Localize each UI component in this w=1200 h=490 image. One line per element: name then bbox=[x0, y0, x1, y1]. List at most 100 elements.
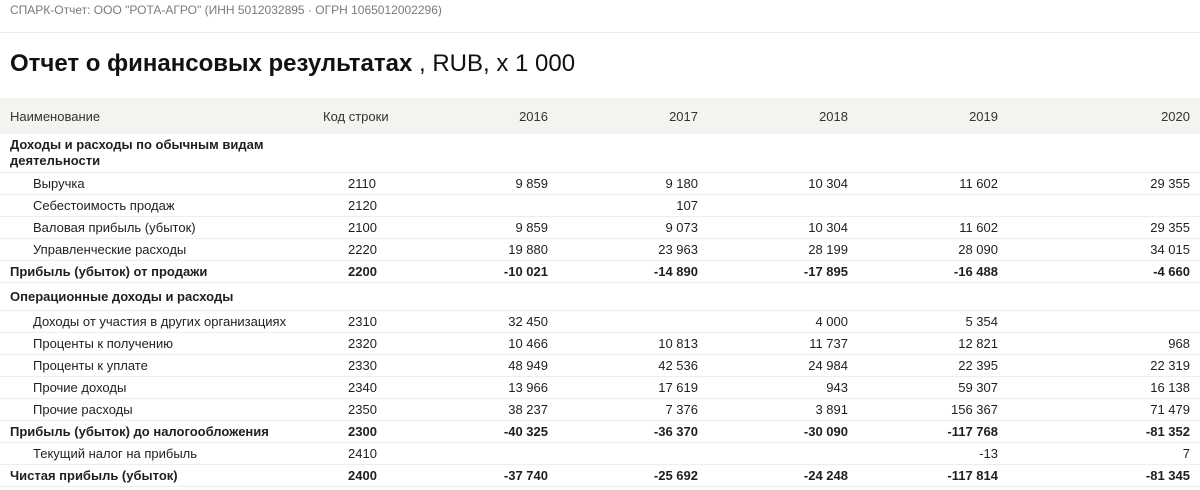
row-value-2016: 9 859 bbox=[408, 216, 558, 239]
table-body: Доходы и расходы по обычным видам деятел… bbox=[0, 134, 1200, 487]
row-value-2016: -10 021 bbox=[408, 260, 558, 283]
row-value-2018: 11 737 bbox=[708, 332, 858, 355]
row-value-2016: 13 966 bbox=[408, 376, 558, 399]
row-value-2020 bbox=[1008, 134, 1200, 173]
table-row: Себестоимость продаж 2120 107 bbox=[0, 194, 1200, 217]
row-value-2017: 107 bbox=[558, 194, 708, 217]
row-value-2020 bbox=[1008, 194, 1200, 217]
row-value-2019: -16 488 bbox=[858, 260, 1008, 283]
row-value-2020: -81 352 bbox=[1008, 420, 1200, 443]
row-value-2017 bbox=[558, 282, 708, 311]
table-row: Текущий налог на прибыль 2410 -13 7 bbox=[0, 442, 1200, 465]
column-header-2018: 2018 bbox=[708, 98, 858, 134]
row-code: 2300 bbox=[298, 420, 408, 443]
column-header-2019: 2019 bbox=[858, 98, 1008, 134]
row-code: 2200 bbox=[298, 260, 408, 283]
row-value-2019: -117 768 bbox=[858, 420, 1008, 443]
row-value-2016 bbox=[408, 194, 558, 217]
row-name: Текущий налог на прибыль bbox=[0, 442, 298, 465]
table-header-row: Наименование Код строки 2016 2017 2018 2… bbox=[0, 98, 1200, 134]
table-row: Доходы и расходы по обычным видам деятел… bbox=[0, 134, 1200, 173]
row-value-2019: 156 367 bbox=[858, 398, 1008, 421]
row-code: 2310 bbox=[298, 310, 408, 333]
row-value-2019: 22 395 bbox=[858, 354, 1008, 377]
row-value-2016: 10 466 bbox=[408, 332, 558, 355]
row-value-2019: 5 354 bbox=[858, 310, 1008, 333]
row-code bbox=[298, 282, 408, 311]
row-value-2020: 71 479 bbox=[1008, 398, 1200, 421]
row-value-2016: -37 740 bbox=[408, 464, 558, 487]
row-value-2019: -117 814 bbox=[858, 464, 1008, 487]
column-header-name: Наименование bbox=[0, 98, 298, 134]
column-header-2016: 2016 bbox=[408, 98, 558, 134]
title-main: Отчет о финансовых результатах bbox=[10, 50, 413, 77]
row-name: Прочие доходы bbox=[0, 376, 298, 399]
row-value-2018: -17 895 bbox=[708, 260, 858, 283]
row-value-2018 bbox=[708, 442, 858, 465]
row-value-2017: -36 370 bbox=[558, 420, 708, 443]
row-name: Доходы от участия в других организациях bbox=[0, 310, 298, 333]
row-value-2019: 11 602 bbox=[858, 216, 1008, 239]
row-name: Выручка bbox=[0, 172, 298, 195]
row-value-2017: 9 180 bbox=[558, 172, 708, 195]
row-name: Проценты к получению bbox=[0, 332, 298, 355]
row-value-2019: 59 307 bbox=[858, 376, 1008, 399]
row-name: Прибыль (убыток) до налогообложения bbox=[0, 420, 298, 443]
row-value-2020: -4 660 bbox=[1008, 260, 1200, 283]
row-value-2018: 10 304 bbox=[708, 216, 858, 239]
row-value-2020: -81 345 bbox=[1008, 464, 1200, 487]
row-name: Прибыль (убыток) от продажи bbox=[0, 260, 298, 283]
row-code: 2350 bbox=[298, 398, 408, 421]
row-value-2019: 11 602 bbox=[858, 172, 1008, 195]
row-value-2018: 28 199 bbox=[708, 238, 858, 261]
row-value-2018 bbox=[708, 282, 858, 311]
report-page: СПАРК-Отчет: ООО "РОТА-АГРО" (ИНН 501203… bbox=[0, 0, 1200, 490]
row-value-2016: 38 237 bbox=[408, 398, 558, 421]
table-row: Управленческие расходы 2220 19 880 23 963 28… bbox=[0, 238, 1200, 261]
row-code: 2400 bbox=[298, 464, 408, 487]
table-row: Проценты к уплате 2330 48 949 42 536 24 984 2… bbox=[0, 354, 1200, 377]
column-header-2020: 2020 bbox=[1008, 98, 1200, 134]
row-value-2018 bbox=[708, 194, 858, 217]
row-code: 2220 bbox=[298, 238, 408, 261]
row-value-2018: 943 bbox=[708, 376, 858, 399]
row-value-2020: 34 015 bbox=[1008, 238, 1200, 261]
row-value-2018: -24 248 bbox=[708, 464, 858, 487]
row-code: 2110 bbox=[298, 172, 408, 195]
row-name: Чистая прибыль (убыток) bbox=[0, 464, 298, 487]
row-value-2020: 29 355 bbox=[1008, 172, 1200, 195]
row-value-2020: 16 138 bbox=[1008, 376, 1200, 399]
table-row: Чистая прибыль (убыток) 2400 -37 740 -25 69… bbox=[0, 464, 1200, 487]
row-value-2016 bbox=[408, 134, 558, 173]
row-value-2016 bbox=[408, 282, 558, 311]
row-name: Прочие расходы bbox=[0, 398, 298, 421]
row-value-2017: -25 692 bbox=[558, 464, 708, 487]
table-row: Проценты к получению 2320 10 466 10 813 11 7… bbox=[0, 332, 1200, 355]
row-code: 2320 bbox=[298, 332, 408, 355]
row-value-2020: 968 bbox=[1008, 332, 1200, 355]
header-divider bbox=[0, 32, 1200, 33]
table-row: Валовая прибыль (убыток) 2100 9 859 9 073 10… bbox=[0, 216, 1200, 239]
row-value-2017: 9 073 bbox=[558, 216, 708, 239]
table-row: Прибыль (убыток) от продажи 2200 -10 021 -1… bbox=[0, 260, 1200, 283]
row-value-2019: -13 bbox=[858, 442, 1008, 465]
row-value-2016: 9 859 bbox=[408, 172, 558, 195]
row-value-2017: 17 619 bbox=[558, 376, 708, 399]
column-header-2017: 2017 bbox=[558, 98, 708, 134]
row-code: 2330 bbox=[298, 354, 408, 377]
row-value-2016: 48 949 bbox=[408, 354, 558, 377]
table-row: Прочие доходы 2340 13 966 17 619 943 59 307 16… bbox=[0, 376, 1200, 399]
row-value-2019: 28 090 bbox=[858, 238, 1008, 261]
source-header: СПАРК-Отчет: ООО "РОТА-АГРО" (ИНН 501203… bbox=[10, 3, 442, 17]
row-name: Валовая прибыль (убыток) bbox=[0, 216, 298, 239]
row-value-2019 bbox=[858, 282, 1008, 311]
row-name: Управленческие расходы bbox=[0, 238, 298, 261]
row-value-2020 bbox=[1008, 282, 1200, 311]
row-value-2020: 29 355 bbox=[1008, 216, 1200, 239]
row-code: 2410 bbox=[298, 442, 408, 465]
row-value-2017 bbox=[558, 442, 708, 465]
row-value-2020: 7 bbox=[1008, 442, 1200, 465]
page-title: Отчет о финансовых результатах , RUB, x … bbox=[10, 50, 575, 78]
row-value-2018: -30 090 bbox=[708, 420, 858, 443]
row-value-2017: 23 963 bbox=[558, 238, 708, 261]
